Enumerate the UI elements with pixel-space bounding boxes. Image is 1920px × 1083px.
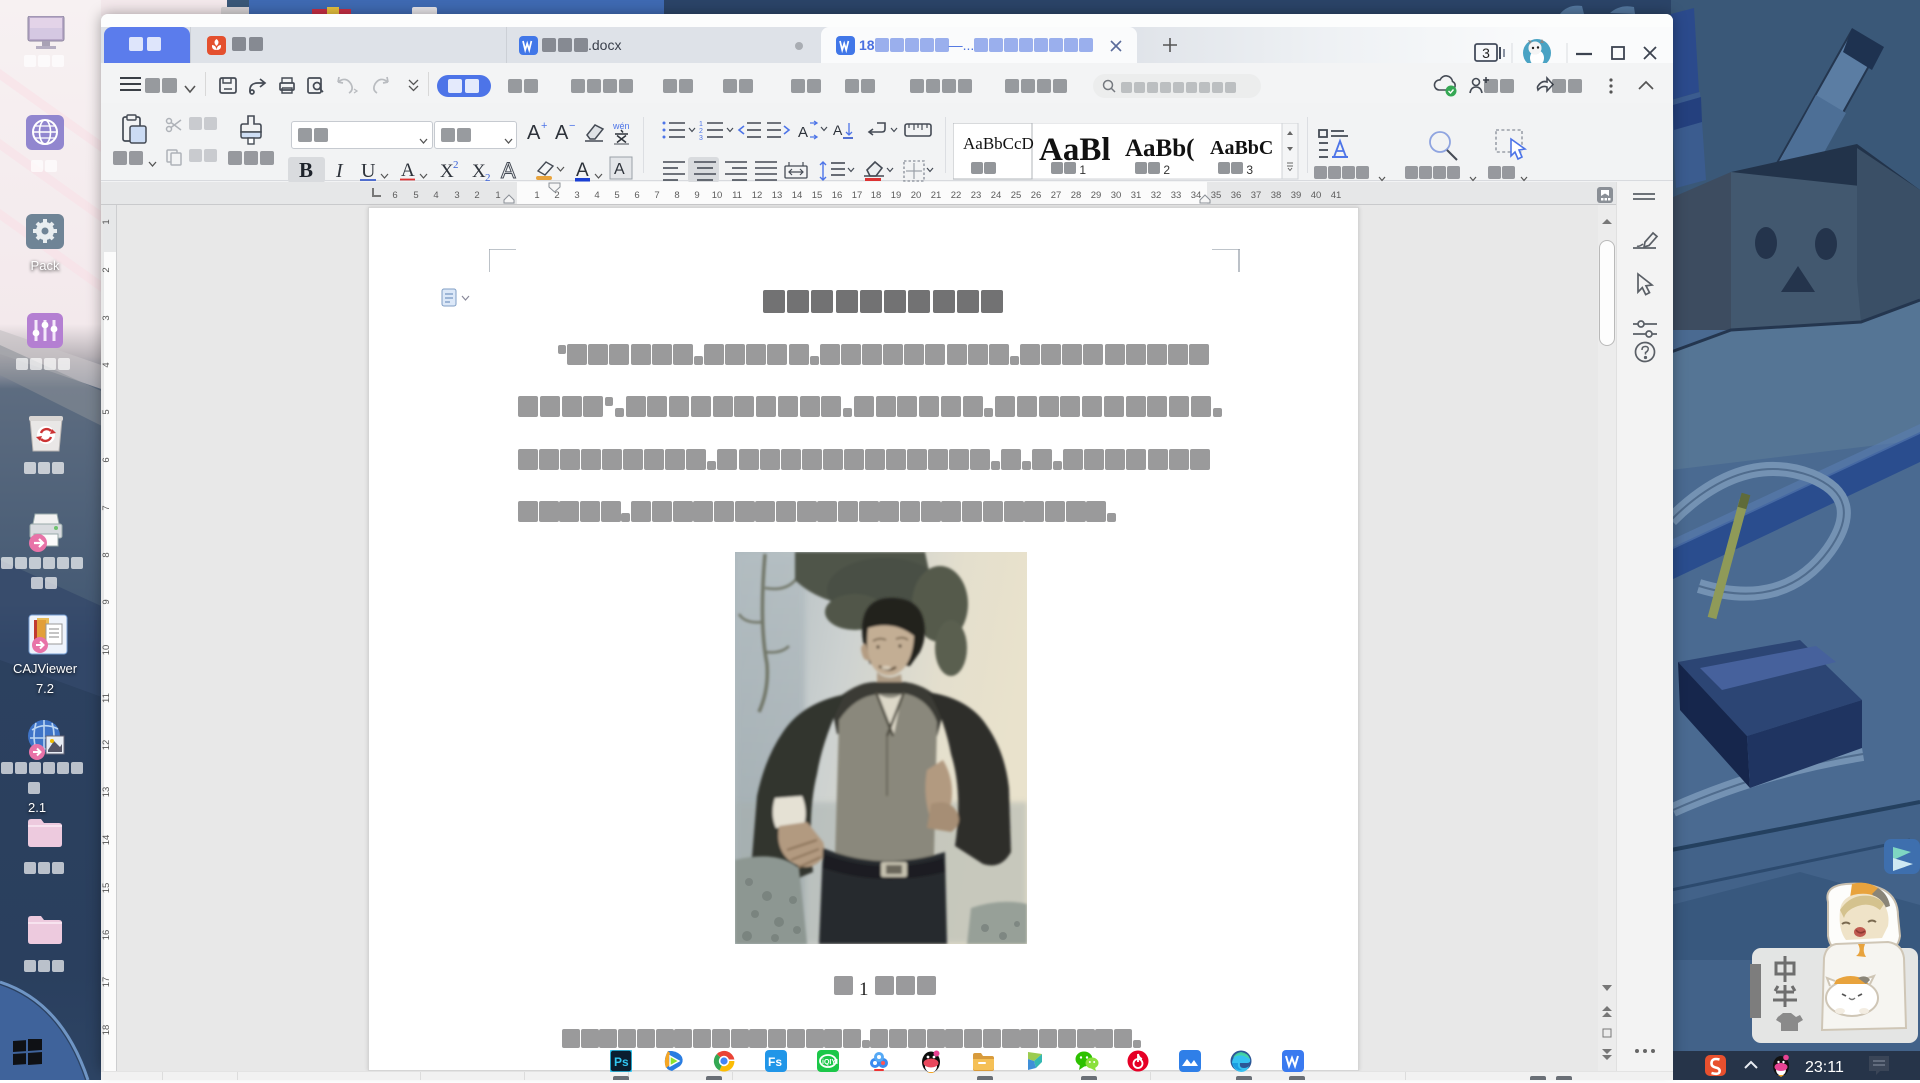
svg-text:1: 1	[101, 219, 112, 224]
svg-text:3: 3	[699, 135, 703, 142]
svg-text:X: X	[472, 161, 486, 182]
svg-text:32: 32	[1151, 190, 1162, 201]
svg-text:9: 9	[694, 190, 699, 201]
svg-text:AaBb(: AaBb(	[1125, 135, 1194, 162]
svg-text:4: 4	[101, 362, 112, 367]
svg-text:A: A	[527, 122, 541, 144]
svg-text:3: 3	[1482, 45, 1490, 61]
svg-text:16: 16	[832, 190, 843, 201]
svg-text:25: 25	[1011, 190, 1022, 201]
svg-text:15: 15	[812, 190, 823, 201]
svg-text:14: 14	[101, 835, 112, 846]
svg-text:15: 15	[101, 883, 112, 894]
svg-text:18: 18	[101, 1025, 112, 1036]
svg-text:6: 6	[634, 190, 639, 201]
svg-text:30: 30	[1111, 190, 1122, 201]
svg-text:10: 10	[101, 645, 112, 656]
svg-text:iQIYI: iQIYI	[822, 1059, 838, 1066]
svg-text:22: 22	[951, 190, 962, 201]
svg-text:11: 11	[101, 693, 112, 703]
svg-text:4: 4	[433, 190, 438, 201]
svg-text:37: 37	[1251, 190, 1262, 201]
svg-text:2: 2	[453, 159, 459, 171]
svg-text:28: 28	[1071, 190, 1082, 201]
svg-text:24: 24	[991, 190, 1002, 201]
svg-text:1: 1	[534, 190, 539, 201]
svg-text:Fs: Fs	[768, 1055, 782, 1069]
svg-text:7: 7	[101, 505, 112, 510]
svg-text:A: A	[401, 160, 415, 181]
svg-text:3: 3	[574, 190, 579, 201]
svg-text:13: 13	[772, 190, 783, 201]
svg-text:AaBbCcD: AaBbCcD	[963, 134, 1034, 153]
svg-text:U: U	[361, 160, 376, 182]
svg-text:13: 13	[101, 787, 112, 798]
svg-text:23:11: 23:11	[1805, 1059, 1844, 1076]
svg-text:1: 1	[495, 190, 500, 201]
svg-text:4: 4	[594, 190, 599, 201]
svg-text:3: 3	[454, 190, 459, 201]
svg-text:36: 36	[1231, 190, 1242, 201]
svg-text:A: A	[798, 124, 808, 141]
svg-text:1: 1	[699, 121, 703, 128]
svg-text:20: 20	[911, 190, 922, 201]
svg-text:34: 34	[1191, 190, 1202, 201]
svg-text:14: 14	[792, 190, 803, 201]
svg-text:16: 16	[101, 930, 112, 941]
svg-text:B: B	[299, 158, 313, 182]
svg-text:27: 27	[1051, 190, 1062, 201]
svg-text:5: 5	[101, 409, 112, 414]
svg-text:6: 6	[101, 457, 112, 462]
svg-text:A: A	[576, 160, 589, 181]
svg-text:8: 8	[674, 190, 679, 201]
svg-text:12: 12	[101, 740, 112, 751]
svg-text:2: 2	[101, 267, 112, 272]
svg-text:39: 39	[1291, 190, 1302, 201]
svg-text:2: 2	[699, 128, 703, 135]
svg-text:9: 9	[101, 599, 112, 604]
svg-text:18: 18	[871, 190, 882, 201]
svg-text:A: A	[614, 161, 625, 178]
svg-text:5: 5	[614, 190, 619, 201]
svg-text:26: 26	[1031, 190, 1042, 201]
svg-text:10: 10	[712, 190, 723, 201]
svg-text:29: 29	[1091, 190, 1102, 201]
svg-text:21: 21	[931, 190, 942, 201]
svg-text:8: 8	[101, 552, 112, 557]
svg-text:X: X	[440, 161, 454, 182]
svg-text:A: A	[501, 158, 516, 183]
svg-text:I: I	[335, 160, 344, 182]
svg-text:5: 5	[413, 190, 418, 201]
svg-text:31: 31	[1131, 190, 1142, 201]
svg-text:A: A	[555, 122, 569, 144]
svg-text:19: 19	[891, 190, 902, 201]
svg-text:3: 3	[101, 315, 112, 320]
svg-text:12: 12	[752, 190, 763, 201]
svg-text:6: 6	[392, 190, 397, 201]
svg-text:38: 38	[1271, 190, 1282, 201]
svg-text:40: 40	[1311, 190, 1322, 201]
svg-text:17: 17	[852, 190, 863, 201]
svg-text:23: 23	[971, 190, 982, 201]
svg-text:A: A	[833, 122, 843, 138]
svg-text:33: 33	[1171, 190, 1182, 201]
svg-text:17: 17	[101, 977, 112, 988]
svg-text:−: −	[569, 120, 575, 132]
svg-text:AaBbC: AaBbC	[1210, 137, 1273, 159]
svg-text:Ps: Ps	[614, 1055, 629, 1069]
svg-text:35: 35	[1211, 190, 1222, 201]
svg-text:+: +	[541, 120, 547, 132]
svg-text:2: 2	[474, 190, 479, 201]
svg-text:41: 41	[1331, 190, 1342, 201]
svg-text:wén: wén	[612, 121, 630, 131]
svg-text:7: 7	[654, 190, 659, 201]
svg-text:11: 11	[732, 190, 742, 201]
